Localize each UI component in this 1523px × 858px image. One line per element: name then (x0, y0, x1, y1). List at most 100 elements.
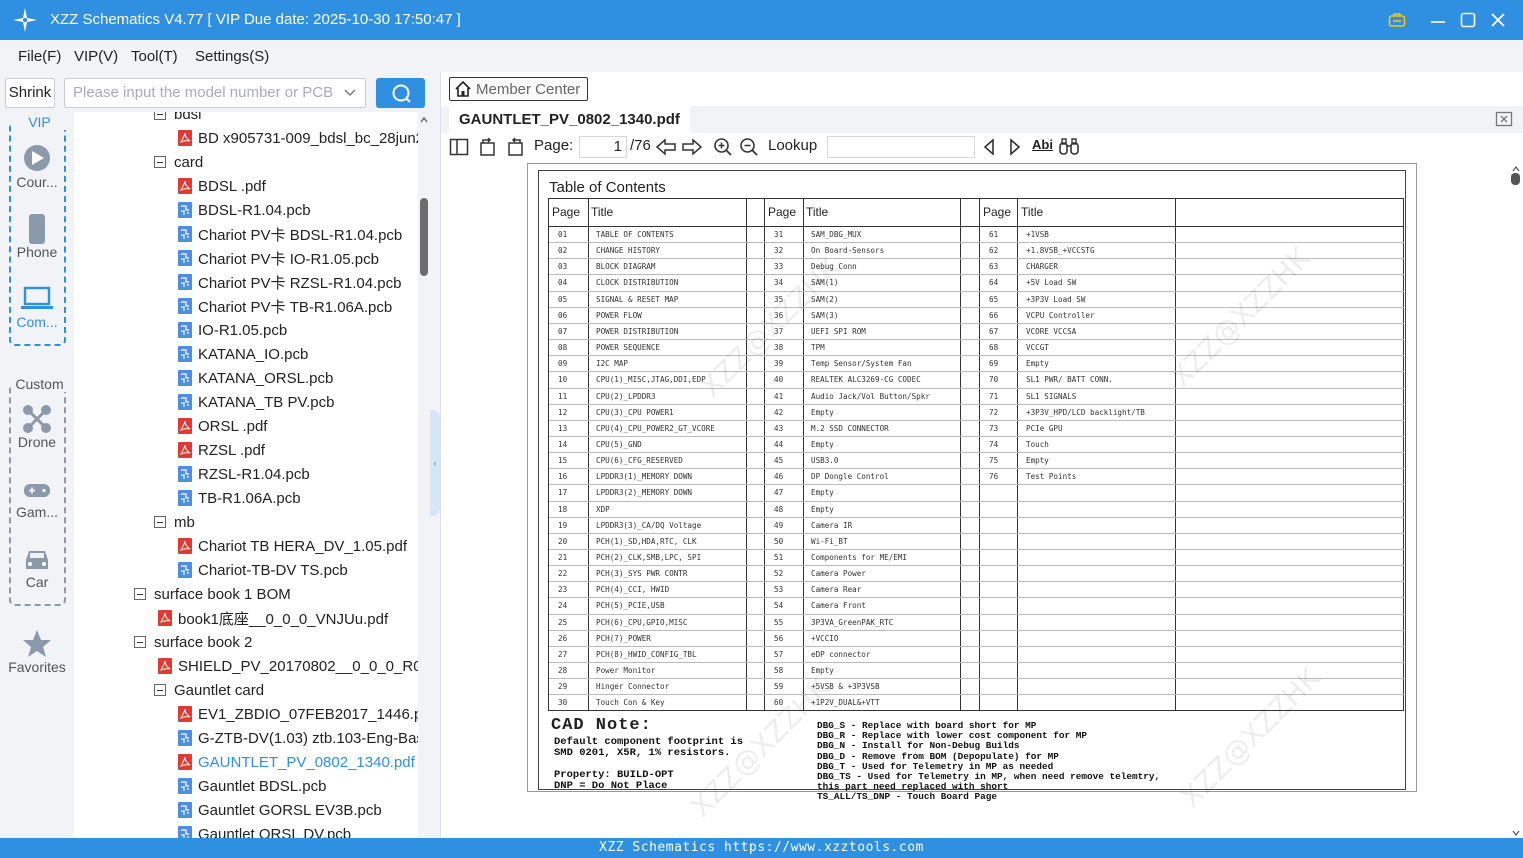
toc-entry-title[interactable]: POWER DISTRIBUTION (596, 324, 678, 340)
tree-file[interactable]: BD x905731-009_bdsl_bc_28jun2 (178, 126, 418, 150)
toc-entry-title[interactable]: VCORE VCCSA (1026, 324, 1076, 340)
toc-page-number[interactable]: 71 (989, 389, 998, 405)
toc-entry-title[interactable]: +1.8VSB_+VCCSTG (1026, 243, 1095, 259)
toc-page-number[interactable]: 43 (774, 421, 783, 437)
toc-entry-title[interactable]: Components for ME/EMI (811, 550, 907, 566)
toc-page-number[interactable]: 39 (774, 356, 783, 372)
toc-page-number[interactable]: 69 (989, 356, 998, 372)
toc-entry-title[interactable]: Camera Power (811, 566, 866, 582)
toc-page-number[interactable]: 32 (774, 243, 783, 259)
nav-phone[interactable]: Phone (0, 214, 74, 260)
tree-file[interactable]: Gauntlet GORSL EV3B.pcb (178, 798, 382, 822)
tree-folder[interactable]: bdsl (154, 112, 202, 126)
toc-page-number[interactable]: 28 (558, 663, 567, 679)
toc-entry-title[interactable]: LPDDR3(2)_MEMORY DOWN (596, 485, 692, 501)
toc-entry-title[interactable]: TABLE OF CONTENTS (596, 227, 674, 243)
toc-page-number[interactable]: 01 (558, 227, 567, 243)
toc-page-number[interactable]: 56 (774, 631, 783, 647)
toc-page-number[interactable]: 05 (558, 292, 567, 308)
member-center-button[interactable]: Member Center (449, 77, 588, 101)
toc-entry-title[interactable]: PCH(2)_CLK,SMB,LPC, SPI (596, 550, 701, 566)
toc-page-number[interactable]: 58 (774, 663, 783, 679)
tree-file[interactable]: BDSL-R1.04.pcb (178, 198, 311, 222)
toc-entry-title[interactable]: Hinger Connector (596, 679, 669, 695)
collapse-toggle-icon[interactable] (134, 636, 146, 648)
toc-entry-title[interactable]: Audio Jack/Vol Button/Spkr (811, 389, 930, 405)
toc-page-number[interactable]: 31 (774, 227, 783, 243)
panel-splitter[interactable]: ‹ (430, 72, 441, 838)
viewer-scroll-thumb[interactable] (1511, 173, 1520, 185)
toc-entry-title[interactable]: Camera IR (811, 518, 852, 534)
tree-file[interactable]: Chariot PV卡 RZSL-R1.04.pcb (178, 270, 401, 294)
toc-entry-title[interactable]: I2C MAP (596, 356, 628, 372)
toc-entry-title[interactable]: POWER FLOW (596, 308, 642, 324)
close-document-icon[interactable] (1495, 110, 1513, 128)
toc-page-number[interactable]: 66 (989, 308, 998, 324)
toc-page-number[interactable]: 57 (774, 647, 783, 663)
toc-page-number[interactable]: 65 (989, 292, 998, 308)
toc-page-number[interactable]: 64 (989, 275, 998, 291)
toc-entry-title[interactable]: Touch Con & Key (596, 695, 665, 711)
tree-folder[interactable]: surface book 1 BOM (134, 582, 291, 606)
toc-entry-title[interactable]: BLOCK DIAGRAM (596, 259, 655, 275)
nav-game[interactable]: Gam... (0, 474, 74, 520)
document-tab[interactable]: GAUNTLET_PV_0802_1340.pdf (449, 106, 690, 133)
tree-folder[interactable]: surface book 2 (134, 630, 252, 654)
toc-entry-title[interactable]: PCH(1)_SD,HDA,RTC, CLK (596, 534, 697, 550)
toc-page-number[interactable]: 59 (774, 679, 783, 695)
tree-file[interactable]: Gauntlet ORSL DV.pcb (178, 822, 351, 838)
tree-file[interactable]: IO-R1.05.pcb (178, 318, 287, 342)
toc-page-number[interactable]: 26 (558, 631, 567, 647)
shrink-button[interactable]: Shrink (5, 78, 55, 108)
nav-car[interactable]: Car (0, 544, 74, 590)
collapse-toggle-icon[interactable] (154, 516, 166, 528)
toc-page-number[interactable]: 22 (558, 566, 567, 582)
toc-entry-title[interactable]: PCH(5)_PCIE,USB (596, 598, 665, 614)
toc-entry-title[interactable]: CPU(4)_CPU_POWER2_GT_VCORE (596, 421, 715, 437)
toc-entry-title[interactable]: Empty (811, 485, 834, 501)
collapse-panel-icon[interactable]: ‹ (430, 410, 440, 516)
toc-entry-title[interactable]: Touch (1026, 437, 1049, 453)
tree-file[interactable]: book1底座__0_0_0_VNJUu.pdf (158, 606, 388, 630)
menu-file[interactable]: File(F) (18, 48, 61, 65)
toc-page-number[interactable]: 63 (989, 259, 998, 275)
toc-entry-title[interactable]: CPU(3)_CPU POWER1 (596, 405, 674, 421)
toc-page-number[interactable]: 61 (989, 227, 998, 243)
toc-entry-title[interactable]: VCPU Controller (1026, 308, 1095, 324)
toc-page-number[interactable]: 67 (989, 324, 998, 340)
tree-file[interactable]: Chariot-TB-DV TS.pcb (178, 558, 348, 582)
menu-settings[interactable]: Settings(S) (195, 48, 269, 65)
toc-entry-title[interactable]: SL1 SIGNALS (1026, 389, 1076, 405)
toc-entry-title[interactable]: CPU(1)_MISC,JTAG,DDI,EDP (596, 372, 706, 388)
toc-entry-title[interactable]: SAM_DBG_MUX (811, 227, 861, 243)
toc-entry-title[interactable]: Empty (811, 502, 834, 518)
toc-page-number[interactable]: 34 (774, 275, 783, 291)
toc-entry-title[interactable]: UEFI SPI ROM (811, 324, 866, 340)
toc-page-number[interactable]: 14 (558, 437, 567, 453)
collapse-toggle-icon[interactable] (154, 112, 166, 120)
toc-entry-title[interactable]: PCH(4)_CCI, HWID (596, 582, 669, 598)
toc-entry-title[interactable]: Empty (811, 437, 834, 453)
toc-entry-title[interactable]: +VCCIO (811, 631, 838, 647)
toc-page-number[interactable]: 51 (774, 550, 783, 566)
toc-page-number[interactable]: 02 (558, 243, 567, 259)
toc-entry-title[interactable]: VCCGT (1026, 340, 1049, 356)
toc-entry-title[interactable]: USB3.0 (811, 453, 838, 469)
toc-entry-title[interactable]: +5V Load SW (1026, 275, 1076, 291)
toc-entry-title[interactable]: PCH(7)_POWER (596, 631, 651, 647)
toc-page-number[interactable]: 04 (558, 275, 567, 291)
toc-entry-title[interactable]: PCH(3)_SYS PWR CONTR (596, 566, 687, 582)
toc-page-number[interactable]: 03 (558, 259, 567, 275)
zoom-out-icon[interactable] (739, 137, 759, 157)
toc-page-number[interactable]: 55 (774, 615, 783, 631)
tree-file[interactable]: RZSL .pdf (178, 438, 265, 462)
toc-entry-title[interactable]: PCH(6)_CPU,GPIO,MISC (596, 615, 687, 631)
toc-entry-title[interactable]: CPU(6)_CFG_RESERVED (596, 453, 683, 469)
toc-page-number[interactable]: 20 (558, 534, 567, 550)
toc-entry-title[interactable]: Camera Front (811, 598, 866, 614)
toc-entry-title[interactable]: +3P3V_HPD/LCD backlight/TB (1026, 405, 1145, 421)
tree-file[interactable]: Chariot TB HERA_DV_1.05.pdf (178, 534, 407, 558)
toc-entry-title[interactable]: Temp Sensor/System Fan (811, 356, 912, 372)
toc-entry-title[interactable]: +1VSB (1026, 227, 1049, 243)
toc-entry-title[interactable]: Test Points (1026, 469, 1076, 485)
